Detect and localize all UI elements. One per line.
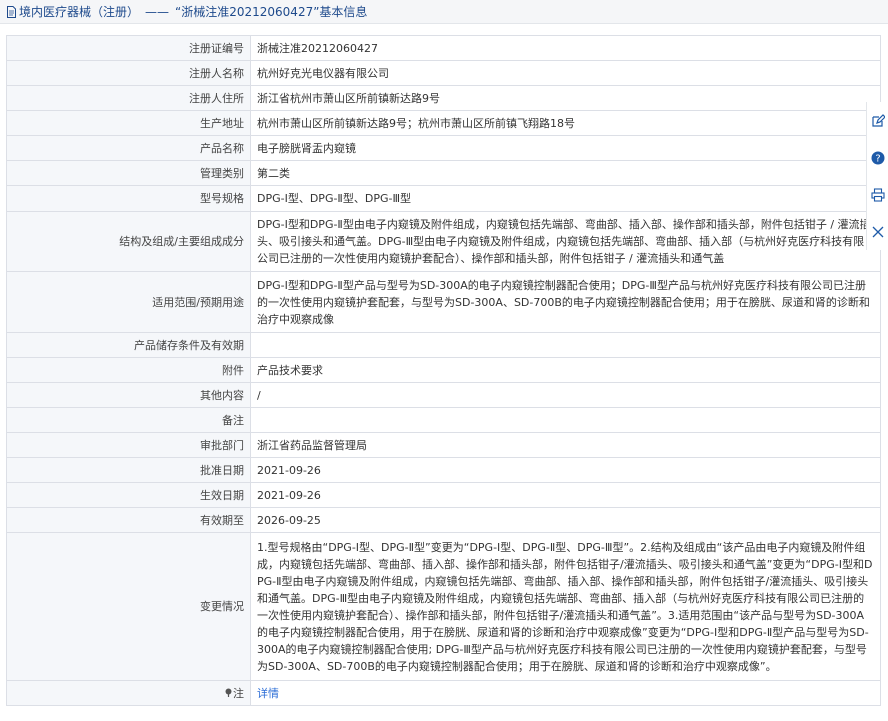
header-separator: —— bbox=[145, 4, 170, 19]
field-value: 2021-09-26 bbox=[250, 457, 881, 483]
close-button[interactable] bbox=[867, 213, 888, 250]
field-value: 电子膀胱肾盂内窥镜 bbox=[250, 135, 881, 161]
details-link[interactable]: 详情 bbox=[257, 687, 279, 700]
info-table: 注册证编号 浙械注准20212060427 注册人名称 杭州好克光电仪器有限公司 注册人… bbox=[6, 35, 881, 706]
help-button[interactable]: ? bbox=[867, 139, 888, 176]
table-row: 其他内容 / bbox=[6, 382, 881, 408]
field-value bbox=[250, 407, 881, 433]
field-label: 结构及组成/主要组成成分 bbox=[6, 211, 251, 272]
table-row: 管理类别 第二类 bbox=[6, 160, 881, 186]
field-label: 变更情况 bbox=[6, 532, 251, 681]
field-label: 型号规格 bbox=[6, 185, 251, 212]
table-row: 产品储存条件及有效期 bbox=[6, 332, 881, 358]
print-button[interactable] bbox=[867, 176, 888, 213]
field-value: 杭州市萧山区所前镇新达路9号；杭州市萧山区所前镇飞翔路18号 bbox=[250, 110, 881, 136]
field-value: 产品技术要求 bbox=[250, 357, 881, 383]
field-value: 杭州好克光电仪器有限公司 bbox=[250, 60, 881, 86]
table-row: 产品名称 电子膀胱肾盂内窥镜 bbox=[6, 135, 881, 161]
note-value-cell: 详情 bbox=[250, 680, 881, 706]
field-value: DPG-Ⅰ型和DPG-Ⅱ型由电子内窥镜及附件组成，内窥镜包括先端部、弯曲部、插入… bbox=[250, 211, 881, 272]
table-row: 注册人名称 杭州好克光电仪器有限公司 bbox=[6, 60, 881, 86]
field-value: 浙江省杭州市萧山区所前镇新达路9号 bbox=[250, 85, 881, 111]
table-row: 变更情况 1.型号规格由“DPG-Ⅰ型、DPG-Ⅱ型”变更为“DPG-Ⅰ型、DPG… bbox=[6, 532, 881, 681]
document-icon bbox=[7, 5, 16, 18]
field-label: 注册人住所 bbox=[6, 85, 251, 111]
field-label: 产品储存条件及有效期 bbox=[6, 332, 251, 358]
table-row: 生效日期 2021-09-26 bbox=[6, 482, 881, 508]
pin-icon bbox=[225, 688, 232, 697]
table-row: 有效期至 2026-09-25 bbox=[6, 507, 881, 533]
table-row: 批准日期 2021-09-26 bbox=[6, 457, 881, 483]
table-row: 注册人住所 浙江省杭州市萧山区所前镇新达路9号 bbox=[6, 85, 881, 111]
side-toolbar: ? bbox=[866, 102, 888, 250]
field-value: DPG-Ⅰ型、DPG-Ⅱ型、DPG-Ⅲ型 bbox=[250, 185, 881, 212]
table-row: 注详情 bbox=[6, 680, 881, 706]
field-value: DPG-Ⅰ型和DPG-Ⅱ型产品与型号为SD-300A的电子内窥镜控制器配合使用；… bbox=[250, 271, 881, 333]
table-row: 注册证编号 浙械注准20212060427 bbox=[6, 35, 881, 61]
field-label: 管理类别 bbox=[6, 160, 251, 186]
table-row: 生产地址 杭州市萧山区所前镇新达路9号；杭州市萧山区所前镇飞翔路18号 bbox=[6, 110, 881, 136]
note-label: 注 bbox=[233, 686, 244, 700]
edit-button[interactable] bbox=[867, 102, 888, 139]
field-label: 附件 bbox=[6, 357, 251, 383]
field-label: 产品名称 bbox=[6, 135, 251, 161]
field-value: 2021-09-26 bbox=[250, 482, 881, 508]
field-label: 有效期至 bbox=[6, 507, 251, 533]
field-label: 注册证编号 bbox=[6, 35, 251, 61]
table-row: 型号规格 DPG-Ⅰ型、DPG-Ⅱ型、DPG-Ⅲ型 bbox=[6, 185, 881, 212]
field-label: 备注 bbox=[6, 407, 251, 433]
field-value: 第二类 bbox=[250, 160, 881, 186]
field-value: 2026-09-25 bbox=[250, 507, 881, 533]
field-value: 浙械注准20212060427 bbox=[250, 35, 881, 61]
svg-text:?: ? bbox=[875, 153, 880, 164]
edit-icon bbox=[872, 113, 885, 127]
field-label: 审批部门 bbox=[6, 432, 251, 458]
table-row: 适用范围/预期用途 DPG-Ⅰ型和DPG-Ⅱ型产品与型号为SD-300A的电子内窥… bbox=[6, 271, 881, 333]
page-header: 境内医疗器械（注册） —— “浙械注准20212060427”基本信息 bbox=[0, 0, 888, 24]
table-row: 结构及组成/主要组成成分 DPG-Ⅰ型和DPG-Ⅱ型由电子内窥镜及附件组成，内窥镜… bbox=[6, 211, 881, 272]
field-value: 浙江省药品监督管理局 bbox=[250, 432, 881, 458]
page-title: “浙械注准20212060427”基本信息 bbox=[175, 5, 368, 19]
note-label-cell: 注 bbox=[6, 680, 251, 706]
close-icon bbox=[872, 226, 884, 237]
help-icon: ? bbox=[871, 151, 885, 164]
table-row: 审批部门 浙江省药品监督管理局 bbox=[6, 432, 881, 458]
field-label: 批准日期 bbox=[6, 457, 251, 483]
field-label: 适用范围/预期用途 bbox=[6, 271, 251, 333]
table-row: 附件 产品技术要求 bbox=[6, 357, 881, 383]
field-label: 生产地址 bbox=[6, 110, 251, 136]
field-value: 1.型号规格由“DPG-Ⅰ型、DPG-Ⅱ型”变更为“DPG-Ⅰ型、DPG-Ⅱ型、… bbox=[250, 532, 881, 681]
field-label: 其他内容 bbox=[6, 382, 251, 408]
field-value bbox=[250, 332, 881, 358]
field-value: / bbox=[250, 382, 881, 408]
header-section: 境内医疗器械（注册） bbox=[19, 5, 140, 19]
table-row: 备注 bbox=[6, 407, 881, 433]
field-label: 注册人名称 bbox=[6, 60, 251, 86]
field-label: 生效日期 bbox=[6, 482, 251, 508]
print-icon bbox=[871, 187, 885, 202]
